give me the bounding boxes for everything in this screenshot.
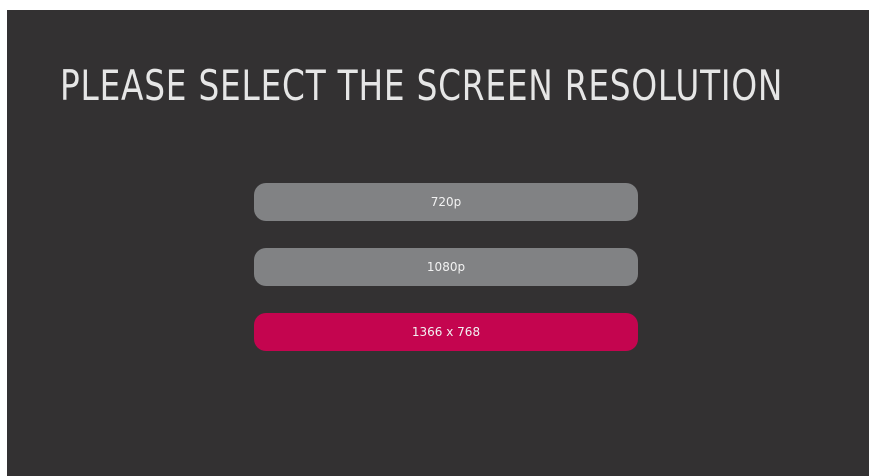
page-title: PLEASE SELECT THE SCREEN RESOLUTION bbox=[60, 61, 784, 110]
resolution-option-1080p[interactable]: 1080p bbox=[254, 248, 638, 286]
resolution-option-1366x768[interactable]: 1366 x 768 bbox=[254, 313, 638, 351]
resolution-option-720p[interactable]: 720p bbox=[254, 183, 638, 221]
resolution-screen: PLEASE SELECT THE SCREEN RESOLUTION 720p… bbox=[7, 10, 869, 476]
resolution-options: 720p 1080p 1366 x 768 bbox=[254, 183, 638, 351]
